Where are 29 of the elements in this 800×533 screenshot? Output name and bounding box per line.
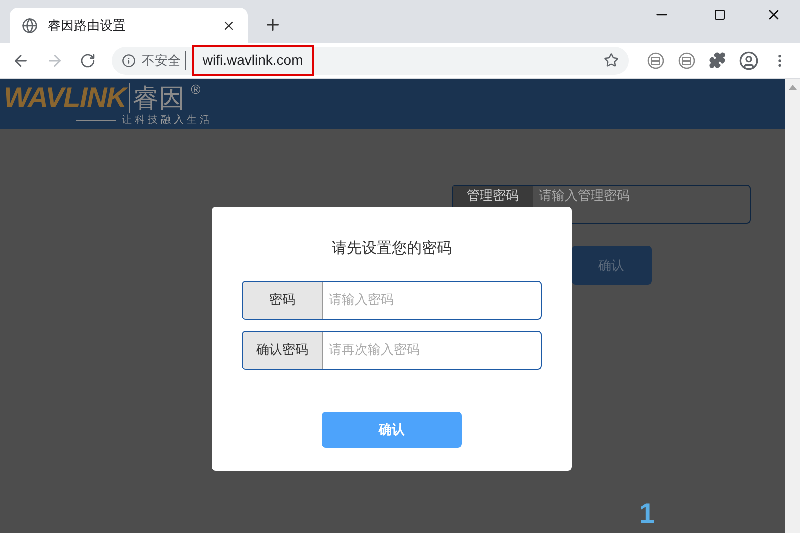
extension-icon[interactable] (647, 52, 665, 70)
password-field[interactable]: 密码 请输入密码 (242, 280, 542, 320)
security-label: 不安全 (142, 50, 186, 70)
address-bar[interactable]: 不安全 wifi.wavlink.com (112, 46, 629, 74)
scrollbar[interactable] (785, 79, 800, 533)
placeholder-text: 请输入密码 (328, 291, 394, 310)
maximize-icon[interactable] (714, 9, 726, 21)
field-label: 确认密码 (243, 332, 323, 368)
registered-mark: ® (191, 83, 201, 97)
globe-icon (22, 18, 38, 34)
placeholder-text: 请输入管理密码 (538, 187, 630, 205)
url-text: wifi.wavlink.com (192, 45, 314, 76)
corner-text: 1 (639, 499, 655, 529)
field-label: 密码 (243, 282, 323, 318)
reload-icon[interactable] (80, 52, 96, 68)
placeholder-text: 请再次输入密码 (328, 341, 420, 360)
profile-icon[interactable] (739, 50, 759, 70)
info-icon (122, 54, 136, 68)
extensions-icon[interactable] (709, 52, 726, 69)
logo-chinese: 睿因 (129, 83, 186, 113)
slogan: 让科技融入生活 (122, 114, 213, 128)
tab-title: 睿因路由设置 (48, 16, 127, 35)
extension-icon[interactable] (678, 52, 696, 70)
password-field[interactable]: 确认密码 请再次输入密码 (242, 330, 542, 370)
new-tab-icon[interactable] (264, 16, 282, 34)
logo: WAVLINK (4, 83, 126, 113)
bookmark-star-icon[interactable] (604, 53, 619, 68)
dialog-title: 请先设置您的密码 (332, 239, 452, 259)
browser-tab[interactable]: 睿因路由设置 (10, 8, 248, 43)
